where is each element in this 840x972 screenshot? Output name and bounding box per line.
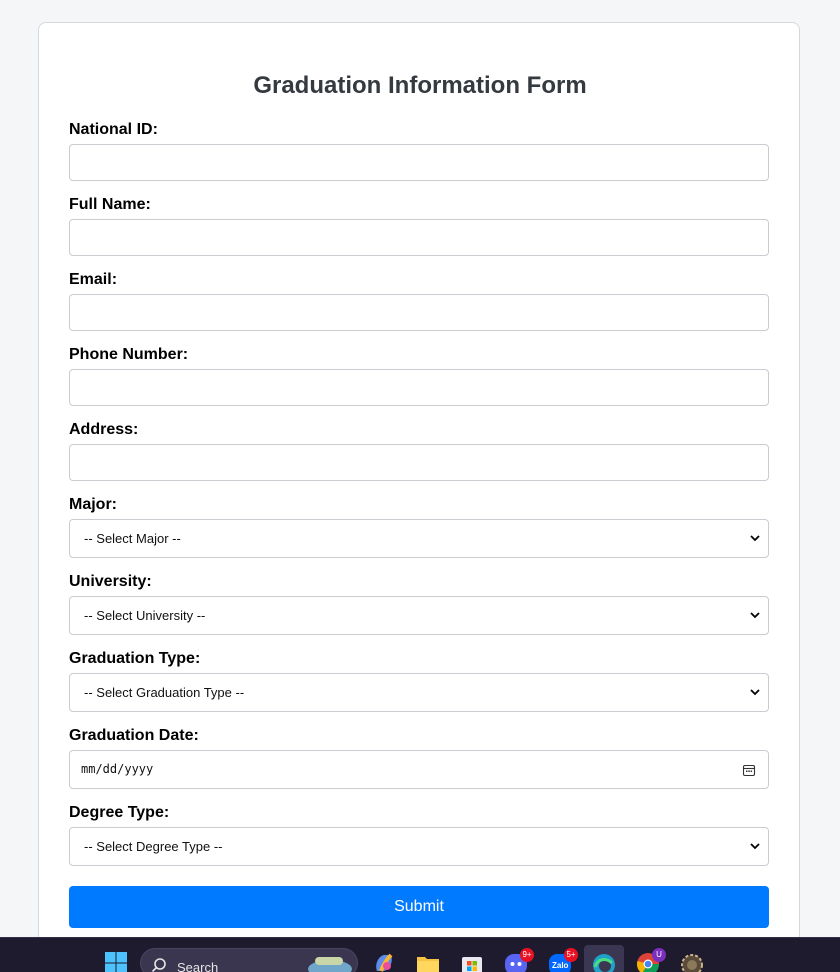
svg-text:Zalo: Zalo	[552, 961, 569, 970]
full-name-label: Full Name:	[69, 196, 151, 213]
email-label: Email:	[69, 271, 118, 288]
graduation-date-placeholder: mm/dd/yyyy	[81, 762, 154, 776]
address-label: Address:	[69, 421, 139, 438]
full-name-input[interactable]	[69, 219, 769, 256]
chrome-app[interactable]: U	[636, 948, 666, 972]
university-select-value: -- Select University --	[84, 608, 206, 623]
university-label: University:	[69, 573, 152, 590]
chevron-down-icon	[750, 535, 760, 542]
settings-icon[interactable]	[680, 951, 704, 972]
major-select-value: -- Select Major --	[84, 531, 181, 546]
national-id-label: National ID:	[69, 121, 158, 138]
form-title: Graduation Information Form	[253, 72, 587, 99]
search-icon	[151, 958, 166, 972]
major-label: Major:	[69, 496, 117, 513]
graduation-type-select[interactable]: -- Select Graduation Type --	[69, 673, 769, 712]
store-icon[interactable]	[460, 951, 484, 972]
national-id-input[interactable]	[69, 144, 769, 181]
chevron-down-icon	[750, 843, 760, 850]
degree-type-select-value: -- Select Degree Type --	[84, 839, 223, 854]
chevron-down-icon	[750, 612, 760, 619]
taskbar-search-label: Search	[177, 960, 219, 972]
graduation-type-label: Graduation Type:	[69, 650, 201, 667]
copilot-icon[interactable]	[372, 951, 396, 972]
phone-label: Phone Number:	[69, 346, 189, 363]
discord-badge: 9+	[520, 948, 534, 962]
edge-icon[interactable]	[592, 951, 616, 972]
taskbar-search-box[interactable]: Search	[140, 948, 358, 972]
windows-start-icon[interactable]	[104, 951, 128, 972]
email-input[interactable]	[69, 294, 769, 331]
graduation-type-select-value: -- Select Graduation Type --	[84, 685, 245, 700]
university-select[interactable]: -- Select University --	[69, 596, 769, 635]
submit-button[interactable]: Submit	[69, 886, 769, 928]
degree-type-select[interactable]: -- Select Degree Type --	[69, 827, 769, 866]
degree-type-label: Degree Type:	[69, 804, 170, 821]
major-select[interactable]: -- Select Major --	[69, 519, 769, 558]
graduation-date-input[interactable]: mm/dd/yyyy	[69, 750, 769, 789]
zalo-app[interactable]: Zalo 5+	[548, 948, 578, 972]
taskbar: Search 9+ Zalo 5+ U	[0, 937, 840, 972]
zalo-badge: 5+	[564, 948, 578, 962]
chrome-profile-badge: U	[652, 948, 666, 962]
phone-input[interactable]	[69, 369, 769, 406]
search-highlight-icon	[308, 957, 352, 972]
calendar-icon[interactable]	[742, 763, 756, 777]
address-input[interactable]	[69, 444, 769, 481]
file-explorer-icon[interactable]	[416, 951, 440, 972]
graduation-date-label: Graduation Date:	[69, 727, 199, 744]
discord-app[interactable]: 9+	[504, 948, 534, 972]
chevron-down-icon	[750, 689, 760, 696]
